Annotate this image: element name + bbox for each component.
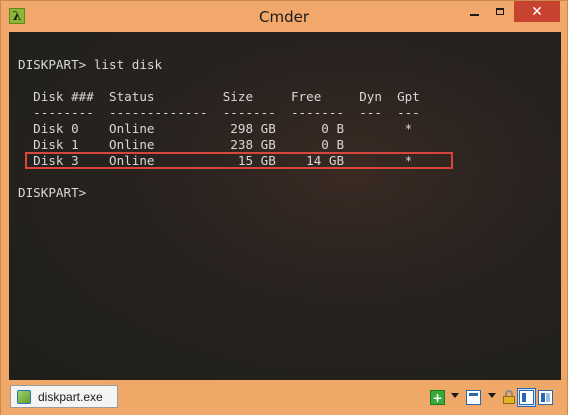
new-console-dropdown-icon[interactable] bbox=[451, 393, 459, 398]
minimize-button[interactable] bbox=[461, 1, 487, 22]
close-icon: ✕ bbox=[531, 3, 543, 20]
window-layout-dropdown-icon[interactable] bbox=[488, 393, 496, 398]
plus-icon: + bbox=[432, 390, 443, 405]
status-bar: diskpart.exe + bbox=[1, 380, 567, 415]
new-console-button[interactable]: + bbox=[430, 390, 445, 405]
maximize-button[interactable] bbox=[487, 1, 513, 22]
highlight-box-disk-3 bbox=[25, 152, 453, 169]
console-line-command: DISKPART> list disk bbox=[18, 57, 163, 72]
console-prompt: DISKPART> bbox=[18, 185, 87, 200]
table-row-disk-1: Disk 1 Online 238 GB 0 B bbox=[18, 137, 345, 152]
cmder-window: λ Cmder ✕ DISKPART> list disk Disk ### S… bbox=[0, 0, 568, 415]
console-tab-icon bbox=[17, 389, 31, 404]
console-output[interactable]: DISKPART> list disk Disk ### Status Size… bbox=[9, 32, 561, 380]
table-separator-row: -------- ------------- ------- ------- -… bbox=[18, 105, 420, 120]
split-pane-icon[interactable] bbox=[538, 390, 553, 405]
window-layout-button[interactable] bbox=[466, 390, 481, 405]
console-tab-label: diskpart.exe bbox=[38, 389, 103, 404]
single-pane-icon[interactable] bbox=[519, 390, 534, 405]
table-row-disk-0: Disk 0 Online 298 GB 0 B * bbox=[18, 121, 413, 136]
lock-body bbox=[503, 396, 515, 404]
close-button[interactable]: ✕ bbox=[514, 1, 560, 22]
console-tab-diskpart[interactable]: diskpart.exe bbox=[10, 385, 118, 408]
lock-icon[interactable] bbox=[502, 390, 517, 405]
minimize-icon bbox=[469, 13, 479, 16]
title-bar[interactable]: λ Cmder ✕ bbox=[1, 1, 567, 32]
maximize-icon bbox=[496, 8, 504, 15]
table-header-row: Disk ### Status Size Free Dyn Gpt bbox=[18, 89, 420, 104]
